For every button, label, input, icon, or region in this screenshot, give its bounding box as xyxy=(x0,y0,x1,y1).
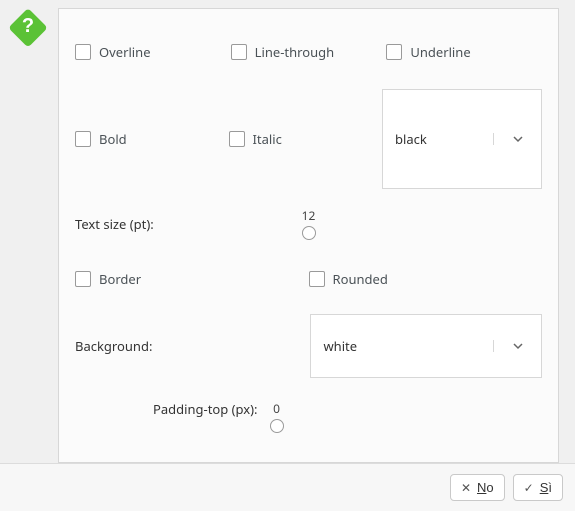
yes-button-label: Sì xyxy=(540,480,552,495)
settings-panel-wrap: Overline Line-through Underline Bold xyxy=(58,8,575,463)
settings-panel[interactable]: Overline Line-through Underline Bold xyxy=(58,8,559,463)
check-icon: ✓ xyxy=(524,481,534,495)
svg-text:?: ? xyxy=(22,15,34,37)
overline-label: Overline xyxy=(99,43,151,61)
underline-checkbox[interactable] xyxy=(386,44,402,60)
slider-knob-icon xyxy=(302,226,316,240)
rounded-checkbox[interactable] xyxy=(309,271,325,287)
text-size-slider[interactable]: 12 xyxy=(231,207,387,240)
chevron-down-icon xyxy=(493,133,541,145)
border-checkbox[interactable] xyxy=(75,271,91,287)
text-decoration-row: Overline Line-through Underline xyxy=(75,43,542,61)
border-label: Border xyxy=(99,270,141,288)
slider-knob-icon xyxy=(270,419,284,433)
linethrough-checkbox[interactable] xyxy=(231,44,247,60)
text-color-value: black xyxy=(383,130,493,148)
help-icon: ? xyxy=(8,8,48,48)
linethrough-label: Line-through xyxy=(255,43,334,61)
underline-label: Underline xyxy=(410,43,470,61)
no-button-label: No xyxy=(477,480,494,495)
background-row: Background: white xyxy=(75,314,542,378)
yes-button[interactable]: ✓ Sì xyxy=(513,474,563,501)
text-size-value: 12 xyxy=(302,207,316,224)
padding-top-value: 0 xyxy=(273,400,280,417)
text-size-row: Text size (pt): 12 xyxy=(75,207,542,240)
background-label: Background: xyxy=(75,337,310,355)
overline-checkbox[interactable] xyxy=(75,44,91,60)
dialog-body: ? Overline Line-through Underline xyxy=(0,0,575,463)
italic-checkbox[interactable] xyxy=(229,131,245,147)
background-value: white xyxy=(311,337,493,355)
padding-top-row: Padding-top (px): 0 xyxy=(75,400,542,433)
no-button[interactable]: ✕ No xyxy=(450,474,505,501)
padding-top-slider[interactable]: 0 xyxy=(270,400,284,433)
text-size-label: Text size (pt): xyxy=(75,215,231,233)
padding-top-label: Padding-top (px): xyxy=(153,400,258,418)
background-select[interactable]: white xyxy=(310,314,542,378)
chevron-down-icon xyxy=(493,340,541,352)
bold-checkbox[interactable] xyxy=(75,131,91,147)
dialog-footer: ✕ No ✓ Sì xyxy=(0,463,575,511)
bold-label: Bold xyxy=(99,130,127,148)
italic-label: Italic xyxy=(253,130,282,148)
rounded-label: Rounded xyxy=(333,270,388,288)
close-icon: ✕ xyxy=(461,481,471,495)
font-style-row: Bold Italic black xyxy=(75,89,542,189)
dialog-window: ? Overline Line-through Underline xyxy=(0,0,575,511)
text-color-select[interactable]: black xyxy=(382,89,542,189)
border-row: Border Rounded xyxy=(75,270,542,288)
